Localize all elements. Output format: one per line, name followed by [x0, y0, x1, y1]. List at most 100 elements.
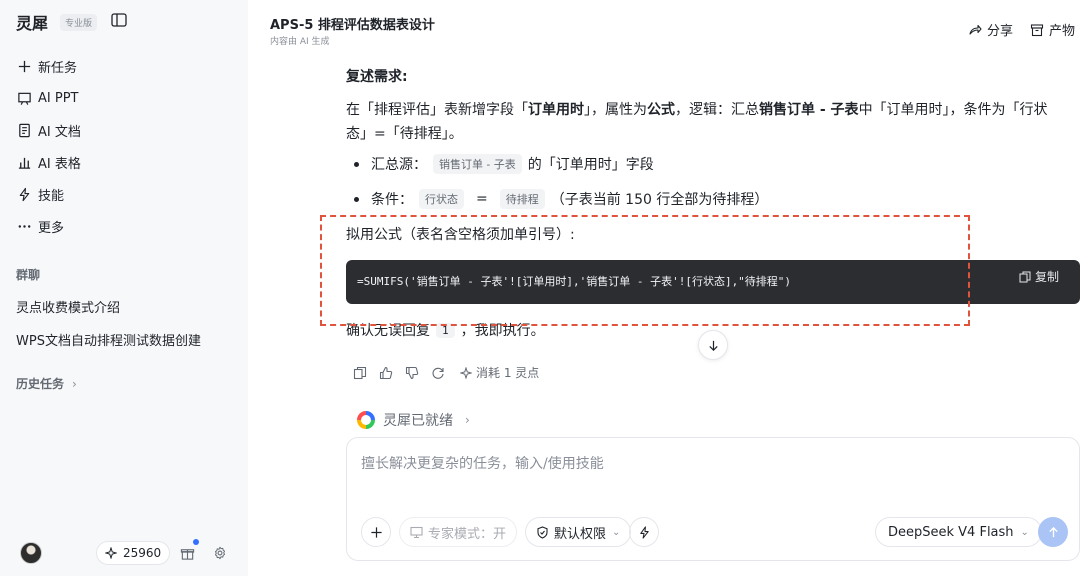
- model-label: DeepSeek V4 Flash: [888, 524, 1014, 540]
- bullet-text: 的「订单用时」字段: [527, 157, 654, 173]
- page-title: APS-5 排程评估数据表设计: [270, 18, 435, 33]
- composer: 专家模式：开 默认权限 ⌄ DeepSeek V4 Flash ⌄: [346, 437, 1080, 561]
- equals-sign: =: [476, 191, 488, 207]
- restate-paragraph: 在「排程评估」表新增字段「订单用时」，属性为公式，逻辑：汇总销售订单 - 子表中…: [346, 98, 1058, 146]
- permission-select[interactable]: 默认权限 ⌄: [525, 517, 632, 547]
- copy-label: 复制: [1035, 270, 1060, 284]
- restate-heading: 复述需求:: [346, 69, 408, 85]
- brand[interactable]: 灵犀 专业版: [16, 10, 98, 34]
- bullet-dot: [354, 196, 359, 202]
- source-table: 销售订单 - 子表: [759, 102, 859, 118]
- sidebar-item-label: AI 文档: [38, 124, 81, 140]
- share-label: 分享: [987, 24, 1014, 39]
- gift-icon[interactable]: [176, 542, 198, 564]
- sidebar-nav: 新任务 AI PPT AI 文档 AI 表格 技能 更多: [0, 50, 248, 242]
- consumption-info: 消耗 1 灵点: [460, 364, 539, 381]
- points-badge[interactable]: 25960: [96, 541, 171, 565]
- bullet-label: 条件：: [371, 192, 413, 208]
- sidebar-item-skills[interactable]: 技能: [0, 178, 248, 210]
- sidebar-bottom-bar: 25960: [0, 538, 248, 568]
- lightning-icon: [639, 525, 649, 539]
- thumbs-down-icon[interactable]: [404, 365, 420, 381]
- sidebar-toggle-icon[interactable]: [111, 12, 127, 27]
- copy-button[interactable]: 复制: [1019, 268, 1059, 285]
- bullet-dot: [354, 161, 359, 167]
- confirm-line: 确认无误回复 1 ，我即执行。: [346, 320, 545, 340]
- inline-code: 1: [436, 322, 455, 338]
- regenerate-icon[interactable]: [430, 365, 446, 381]
- avatar[interactable]: [20, 542, 42, 564]
- model-select[interactable]: DeepSeek V4 Flash ⌄: [875, 517, 1042, 547]
- inline-code: 销售订单 - 子表: [433, 154, 522, 174]
- inline-code: 待排程: [499, 189, 545, 209]
- notification-dot: [193, 539, 199, 545]
- bar-chart-icon: [16, 154, 32, 170]
- sidebar-item-ai-sheet[interactable]: AI 表格: [0, 146, 248, 178]
- sidebar-item-label: AI 表格: [38, 156, 81, 172]
- permission-label: 默认权限: [554, 526, 607, 542]
- bullet-condition: 条件： 行状态 = 待排程 （子表当前 150 行全部为待排程）: [354, 189, 768, 209]
- field-name: 订单用时: [528, 102, 584, 118]
- group-chat-item[interactable]: WPS文档自动排程测试数据创建: [16, 330, 201, 349]
- bullet-label: 汇总源：: [371, 157, 427, 173]
- lightning-icon: [16, 186, 32, 202]
- sparkle-icon: [460, 366, 472, 379]
- sidebar-item-ai-ppt[interactable]: AI PPT: [0, 82, 248, 114]
- field-attribute: 公式: [647, 102, 675, 118]
- formula-code[interactable]: =SUMIFS('销售订单 - 子表'![订单用时],'销售订单 - 子表'![…: [357, 273, 791, 289]
- agent-status-text: 灵犀已就绪: [383, 413, 453, 429]
- arrow-up-icon: [1048, 526, 1058, 537]
- skills-button[interactable]: [629, 517, 659, 547]
- points-value: 25960: [123, 546, 162, 560]
- agent-status[interactable]: 灵犀已就绪 ›: [357, 410, 470, 430]
- brand-name: 灵犀: [16, 14, 49, 33]
- message-actions: 消耗 1 灵点: [352, 364, 539, 381]
- code-block: =SUMIFS('销售订单 - 子表'![订单用时],'销售订单 - 子表'![…: [346, 260, 1080, 304]
- thumbs-up-icon[interactable]: [378, 365, 394, 381]
- plus-icon: [16, 58, 32, 74]
- copy-message-icon[interactable]: [352, 365, 368, 381]
- expert-mode-label: 专家模式：开: [428, 526, 507, 542]
- attach-button[interactable]: [361, 517, 391, 547]
- settings-icon[interactable]: [209, 542, 231, 564]
- sparkle-icon: [105, 547, 117, 559]
- text-segment: 」，属性为: [584, 102, 647, 118]
- chevron-down-icon: ⌄: [1020, 526, 1029, 538]
- text-segment: 在「排程评估」表新增字段「: [346, 102, 528, 118]
- archive-icon: [1030, 23, 1044, 36]
- monitor-icon: [410, 526, 423, 538]
- arrow-down-icon: [708, 340, 718, 351]
- expert-mode-toggle[interactable]: 专家模式：开: [399, 517, 518, 547]
- sidebar-item-ai-doc[interactable]: AI 文档: [0, 114, 248, 146]
- document-icon: [16, 122, 32, 138]
- scroll-down-button[interactable]: [698, 330, 728, 360]
- more-icon: [16, 218, 32, 234]
- confirm-text: ，我即执行。: [460, 323, 545, 339]
- artifacts-label: 产物: [1049, 24, 1076, 39]
- sidebar-item-label: 技能: [38, 188, 65, 204]
- plan-badge: 专业版: [60, 13, 98, 31]
- sidebar: 灵犀 专业版 新任务 AI PPT AI 文档 AI 表格 技能 更多 群聊 灵…: [0, 0, 248, 576]
- sidebar-item-label: AI PPT: [38, 90, 79, 106]
- confirm-text: 确认无误回复: [346, 323, 430, 339]
- send-button[interactable]: [1038, 517, 1068, 547]
- group-chat-title: 群聊: [16, 268, 41, 282]
- group-chat-item[interactable]: 灵点收费模式介绍: [16, 297, 120, 316]
- share-icon: [969, 24, 982, 35]
- agent-logo-icon: [357, 411, 375, 429]
- share-button[interactable]: 分享: [968, 20, 1013, 39]
- history-tasks-toggle[interactable]: 历史任务 ›: [16, 375, 77, 392]
- consumption-label: 消耗 1 灵点: [476, 366, 540, 380]
- formula-label: 拟用公式（表名含空格须加单引号）:: [346, 227, 575, 243]
- artifacts-button[interactable]: 产物: [1030, 20, 1075, 39]
- sidebar-item-new-task[interactable]: 新任务: [0, 50, 248, 82]
- sidebar-item-label: 更多: [38, 220, 65, 236]
- plus-icon: [370, 526, 382, 538]
- history-title: 历史任务: [16, 377, 65, 391]
- sidebar-item-label: 新任务: [38, 60, 78, 76]
- text-segment: ，逻辑：汇总: [675, 102, 759, 118]
- sidebar-item-more[interactable]: 更多: [0, 210, 248, 242]
- chevron-right-icon: ›: [465, 413, 470, 427]
- message-input[interactable]: [361, 456, 1061, 472]
- presentation-icon: [16, 90, 32, 106]
